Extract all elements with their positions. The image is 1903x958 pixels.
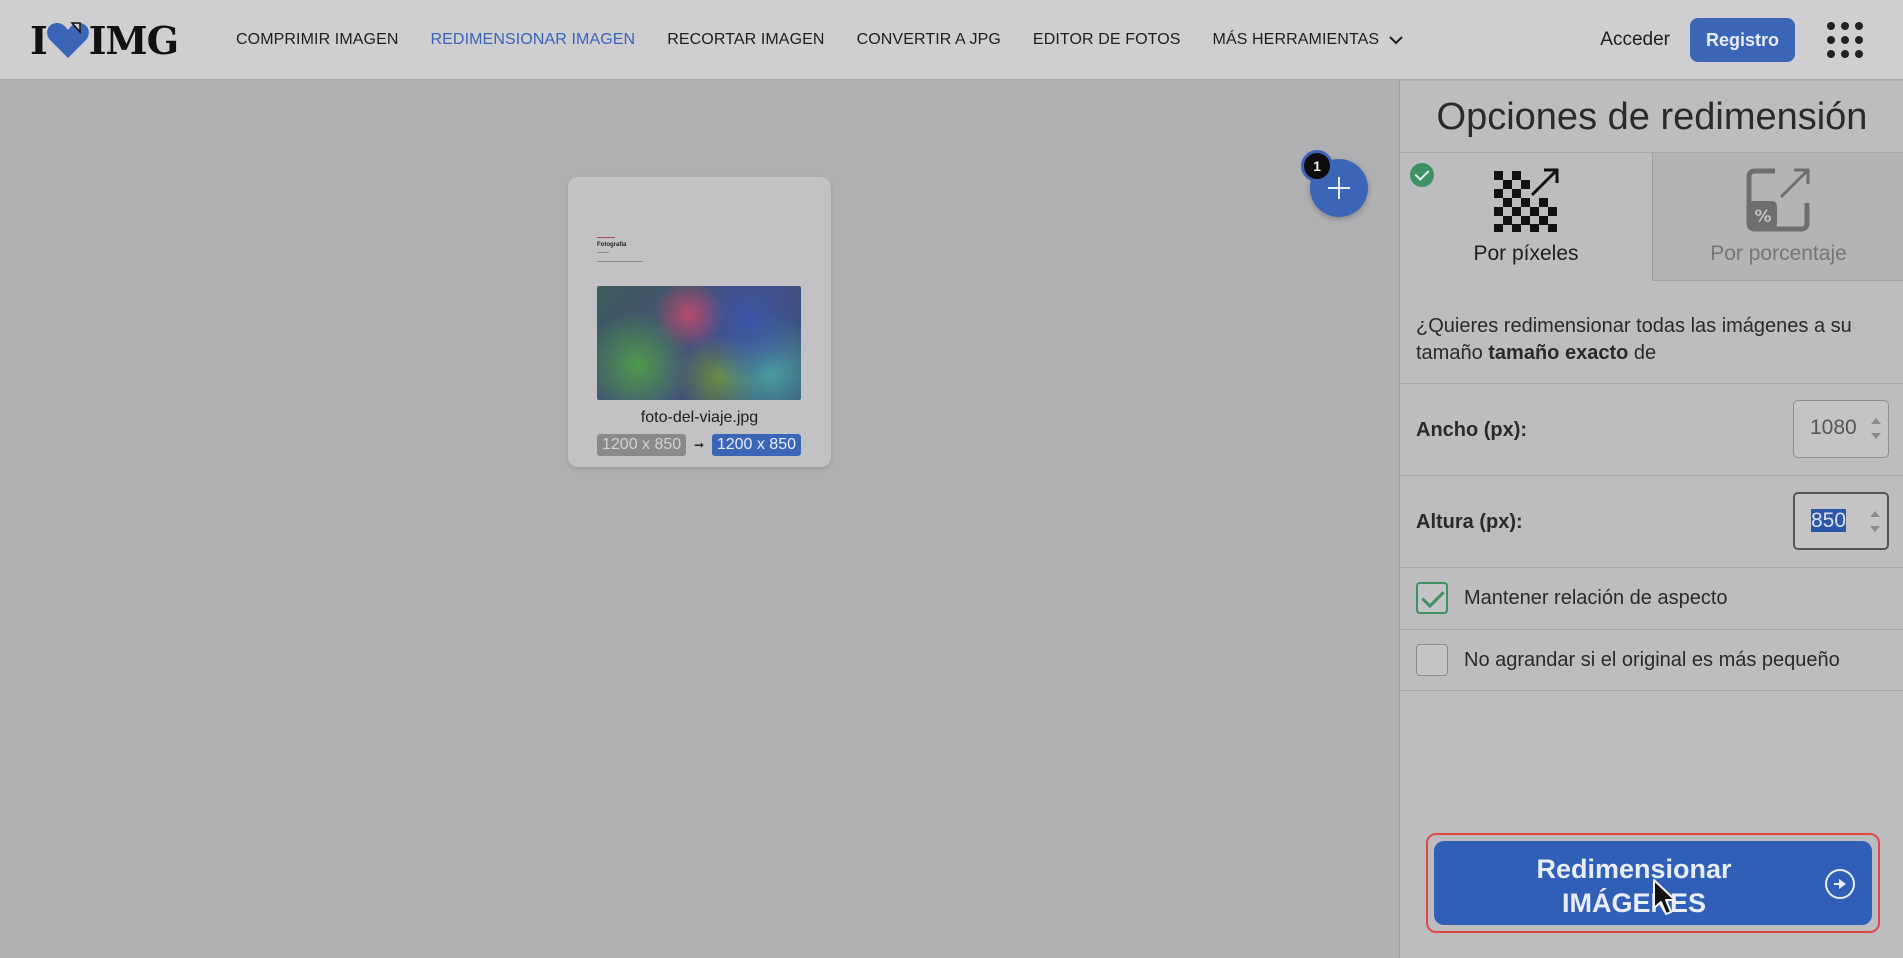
logo[interactable]: I IMG [30, 17, 179, 63]
dimensions-row: 1200 x 850 ➞ 1200 x 850 [597, 434, 801, 456]
tab-by-pixels-label: Por píxeles [1473, 242, 1579, 265]
workspace: Fotografía foto-del-viaje.jpg 1200 x 850… [0, 81, 1399, 958]
heart-logo-icon [45, 20, 91, 60]
file-name: foto-del-viaje.jpg [640, 409, 759, 426]
chevron-down-icon [1389, 35, 1403, 44]
thumbnail-image [597, 286, 801, 400]
spin-up-icon[interactable] [1870, 511, 1880, 517]
nav-more-tools[interactable]: MÁS HERRAMIENTAS [1213, 31, 1404, 49]
resize-images-label: Redimensionar IMÁGENES [1536, 854, 1732, 918]
no-enlarge-label: No agrandar si el original es más pequeñ… [1464, 649, 1840, 671]
height-label: Altura (px): [1416, 511, 1523, 533]
options-sidebar: Opciones de redimensión Por píxeles % Po… [1399, 81, 1903, 958]
spin-down-icon[interactable] [1871, 433, 1881, 439]
mouse-cursor-icon [1653, 879, 1676, 915]
top-navbar: I IMG COMPRIMIR IMAGEN REDIMENSIONAR IMA… [0, 0, 1903, 80]
nav-photo-editor[interactable]: EDITOR DE FOTOS [1033, 31, 1181, 49]
pixel-resize-icon [1494, 168, 1559, 232]
tab-by-percentage[interactable]: % Por porcentaje [1652, 153, 1903, 281]
no-enlarge-checkbox[interactable] [1416, 644, 1448, 676]
height-input[interactable]: 850 [1793, 492, 1889, 550]
width-row: Ancho (px): 1080 [1400, 383, 1903, 475]
tab-by-percentage-label: Por porcentaje [1710, 242, 1847, 265]
percentage-resize-icon: % [1746, 168, 1810, 232]
nav-convert-jpg[interactable]: CONVERTIR A JPG [857, 31, 1001, 49]
thumbnail-document: Fotografía [597, 237, 801, 266]
height-value: 850 [1811, 509, 1847, 532]
nav-compress[interactable]: COMPRIMIR IMAGEN [236, 31, 399, 49]
login-link[interactable]: Acceder [1600, 29, 1670, 51]
width-input[interactable]: 1080 [1793, 400, 1889, 458]
logo-text-right: IMG [88, 17, 179, 63]
arrow-circle-right-icon [1825, 869, 1855, 899]
original-dimensions: 1200 x 850 [597, 434, 687, 456]
check-icon [1410, 163, 1434, 187]
width-value: 1080 [1810, 416, 1857, 439]
resize-mode-tabs: Por píxeles % Por porcentaje [1400, 153, 1903, 281]
nav-right: Acceder Registro [1600, 0, 1903, 80]
apps-grid-icon[interactable] [1827, 22, 1863, 58]
sidebar-title: Opciones de redimensión [1400, 81, 1903, 153]
file-card[interactable]: Fotografía foto-del-viaje.jpg 1200 x 850… [568, 177, 831, 467]
register-button[interactable]: Registro [1689, 18, 1795, 62]
spin-up-icon[interactable] [1871, 418, 1881, 424]
nav-more-label: MÁS HERRAMIENTAS [1212, 31, 1380, 48]
nav-resize[interactable]: REDIMENSIONAR IMAGEN [431, 31, 636, 49]
svg-text:%: % [1754, 207, 1771, 227]
keep-ratio-label: Mantener relación de aspecto [1464, 587, 1728, 609]
file-count-badge: 1 [1301, 150, 1333, 182]
no-enlarge-row[interactable]: No agrandar si el original es más pequeñ… [1400, 629, 1903, 691]
arrow-right-icon: ➞ [693, 438, 705, 452]
tab-by-pixels[interactable]: Por píxeles [1400, 153, 1652, 281]
resize-question: ¿Quieres redimensionar todas las imágene… [1416, 315, 1852, 364]
new-dimensions: 1200 x 850 [711, 434, 801, 456]
main-nav: COMPRIMIR IMAGEN REDIMENSIONAR IMAGEN RE… [236, 0, 1435, 80]
thumbnail-title: Fotografía [597, 242, 627, 248]
keep-ratio-checkbox[interactable] [1416, 582, 1448, 614]
width-label: Ancho (px): [1416, 419, 1528, 441]
keep-ratio-row[interactable]: Mantener relación de aspecto [1400, 567, 1903, 629]
height-row: Altura (px): 850 [1400, 475, 1903, 567]
nav-crop[interactable]: RECORTAR IMAGEN [667, 31, 824, 49]
spin-down-icon[interactable] [1870, 526, 1880, 532]
